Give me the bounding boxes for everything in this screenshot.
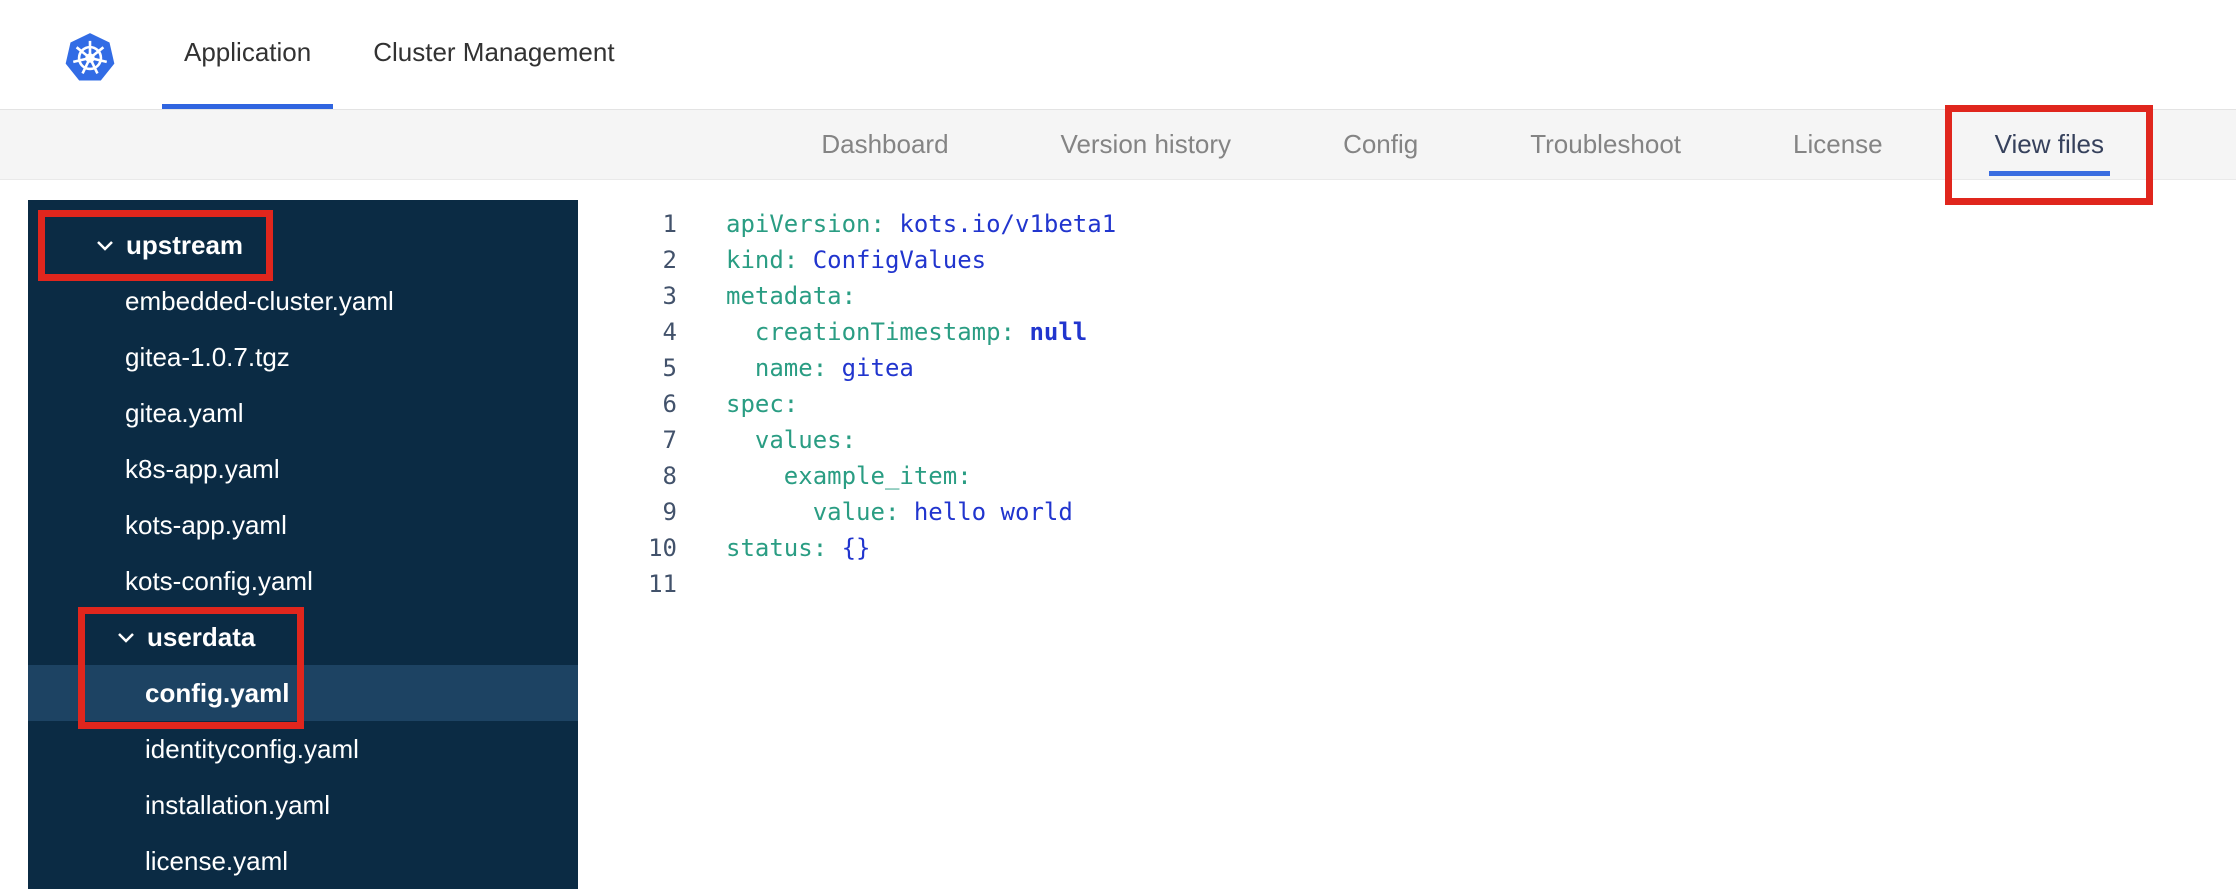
code-line-content: status: {} (726, 534, 871, 562)
code-line: 7 values: (578, 422, 2236, 458)
kubernetes-logo-icon (64, 31, 116, 83)
code-line: 5 name: gitea (578, 350, 2236, 386)
file-tree: upstream embedded-cluster.yaml gitea-1.0.7… (28, 200, 578, 889)
nav-tab-version-history[interactable]: Version history (1061, 110, 1232, 179)
code-line: 9 value: hello world (578, 494, 2236, 530)
line-number: 7 (662, 426, 677, 454)
line-number: 3 (662, 282, 677, 310)
tree-file-embedded-cluster-yaml[interactable]: embedded-cluster.yaml (28, 273, 578, 329)
nav-tab-view-files[interactable]: View files (1988, 110, 2111, 179)
tree-file-identityconfig-yaml[interactable]: identityconfig.yaml (28, 721, 578, 777)
code-line-content: kind: ConfigValues (726, 246, 987, 274)
tree-file-config-yaml[interactable]: config.yaml (28, 665, 578, 721)
tab-cluster-management[interactable]: Cluster Management (351, 0, 636, 109)
line-number: 9 (662, 498, 677, 526)
tree-item-label: config.yaml (145, 677, 290, 708)
code-line-content: name: gitea (754, 354, 914, 382)
line-number: 11 (648, 570, 677, 598)
code-line-content: values: (754, 426, 857, 454)
content-area: upstream embedded-cluster.yaml gitea-1.0.7… (0, 180, 2236, 889)
line-number: 6 (662, 390, 677, 418)
line-number: 8 (662, 462, 677, 490)
primary-tabs: Application Cluster Management (162, 0, 637, 109)
code-line: 6 spec: (578, 386, 2236, 422)
tree-file-gitea-1-0-7-tgz[interactable]: gitea-1.0.7.tgz (28, 329, 578, 385)
tree-item-label: upstream (126, 229, 244, 260)
chevron-down-icon (96, 240, 114, 251)
code-line: 8 example_item: (578, 458, 2236, 494)
tree-folder-userdata[interactable]: userdata (28, 609, 578, 665)
tree-item-label: embedded-cluster.yaml (125, 285, 394, 316)
tree-folder-upstream[interactable]: upstream (28, 217, 578, 273)
top-header: Application Cluster Management (0, 0, 2236, 110)
line-number: 10 (648, 534, 677, 562)
tree-file-installation-yaml[interactable]: installation.yaml (28, 777, 578, 833)
tree-item-label: installation.yaml (145, 789, 330, 820)
code-line: 10 status: {} (578, 530, 2236, 566)
code-line: 11 (578, 566, 2236, 602)
code-line-content: metadata: (726, 282, 857, 310)
line-number: 4 (662, 318, 677, 346)
file-viewer[interactable]: 1 apiVersion: kots.io/v1beta1 2 kind: Confi… (578, 180, 2236, 889)
code-line: 4 creationTimestamp: null (578, 314, 2236, 350)
code-line-content: value: hello world (812, 498, 1073, 526)
tree-item-label: k8s-app.yaml (125, 453, 280, 484)
tab-application[interactable]: Application (162, 0, 334, 109)
line-number: 5 (662, 354, 677, 382)
code-line-content: creationTimestamp: null (754, 318, 1088, 346)
code-line: 3 metadata: (578, 278, 2236, 314)
code-line: 2 kind: ConfigValues (578, 242, 2236, 278)
tree-file-kots-config-yaml[interactable]: kots-config.yaml (28, 553, 578, 609)
tree-file-k8s-app-yaml[interactable]: k8s-app.yaml (28, 441, 578, 497)
tree-item-label: license.yaml (145, 845, 289, 876)
nav-tab-config[interactable]: Config (1343, 110, 1418, 179)
chevron-down-icon (117, 632, 135, 643)
app-nav: Dashboard Version history Config Troublesho… (0, 110, 2236, 180)
line-number: 1 (662, 210, 677, 238)
nav-tab-dashboard[interactable]: Dashboard (821, 110, 948, 179)
kots-admin-console: Application Cluster Management Dashboard V… (0, 0, 2236, 889)
nav-tab-troubleshoot[interactable]: Troubleshoot (1530, 110, 1681, 179)
code-line: 1 apiVersion: kots.io/v1beta1 (578, 206, 2236, 242)
line-number: 2 (662, 246, 677, 274)
tree-item-label: identityconfig.yaml (145, 733, 359, 764)
nav-tab-license[interactable]: License (1793, 110, 1883, 179)
tree-file-license-yaml[interactable]: license.yaml (28, 833, 578, 889)
code-line-content: apiVersion: kots.io/v1beta1 (726, 210, 1117, 238)
tree-item-label: gitea.yaml (125, 397, 244, 428)
tree-file-gitea-yaml[interactable]: gitea.yaml (28, 385, 578, 441)
code-line-content: example_item: (783, 462, 972, 490)
code-line-content: spec: (726, 390, 799, 418)
tree-item-label: kots-config.yaml (125, 565, 313, 596)
tree-item-label: kots-app.yaml (125, 509, 287, 540)
tree-item-label: userdata (147, 621, 256, 652)
tree-file-kots-app-yaml[interactable]: kots-app.yaml (28, 497, 578, 553)
tree-item-label: gitea-1.0.7.tgz (125, 341, 290, 372)
